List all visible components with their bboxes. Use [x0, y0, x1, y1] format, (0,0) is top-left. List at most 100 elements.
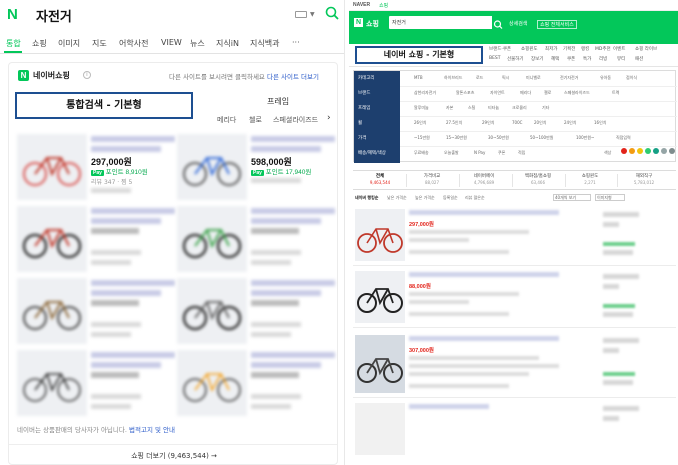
gnb-item[interactable]: 쇼핑윈도	[521, 46, 538, 52]
product-row[interactable]: 307,000원	[353, 332, 676, 398]
filter-option[interactable]: 전기자전거	[560, 75, 578, 81]
product-card[interactable]: 598,000원 Pay 포인트 17,940원	[177, 134, 335, 210]
filter-option[interactable]: 24인치	[564, 120, 576, 126]
product-thumbnail[interactable]	[17, 206, 87, 272]
shopping-more-button[interactable]: 쇼핑 더보기 (9,463,544) →	[9, 444, 337, 464]
filter-option[interactable]: 직접입력	[616, 135, 631, 141]
product-card[interactable]: 297,000원 Pay 포인트 8,910원 리뷰 347 · 찜 5	[17, 134, 175, 210]
filter-option[interactable]: 크로몰리	[512, 105, 527, 111]
tab-encyclopedia[interactable]: 지식백과	[250, 38, 279, 49]
filter-option[interactable]: 26인치	[414, 120, 426, 126]
legal-notice-link[interactable]: 법적고지 및 안내	[129, 426, 175, 434]
pc-search-button[interactable]	[492, 16, 504, 29]
sort-option[interactable]: 리뷰 많은순	[465, 195, 485, 201]
product-card[interactable]	[177, 206, 335, 282]
filter-option[interactable]: 로드	[476, 75, 483, 81]
filter-option[interactable]: 적립	[518, 150, 525, 156]
gnb-item[interactable]: 장보기	[531, 56, 543, 62]
filter-option[interactable]: 50~100만원	[530, 135, 553, 141]
tab-image[interactable]: 이미지	[58, 38, 80, 49]
tab-department[interactable]: 백화점/홈쇼핑 63,466	[515, 173, 561, 185]
gnb-item[interactable]: MD추천	[595, 46, 611, 52]
color-swatch[interactable]	[637, 148, 643, 154]
color-swatch[interactable]	[621, 148, 627, 154]
product-row[interactable]	[353, 400, 676, 460]
view-type-select[interactable]: 이미지형	[595, 194, 625, 201]
product-card[interactable]	[17, 350, 175, 426]
color-swatch[interactable]	[645, 148, 651, 154]
search-icon[interactable]	[325, 6, 339, 20]
filter-option[interactable]: 무료배송	[414, 150, 429, 156]
product-card[interactable]	[17, 278, 175, 354]
filter-option[interactable]: ~15만원	[414, 135, 430, 141]
tab-news[interactable]: 뉴스	[190, 38, 205, 49]
product-thumbnail[interactable]	[17, 350, 87, 416]
product-thumbnail[interactable]	[355, 271, 405, 323]
tab-view[interactable]: VIEW	[161, 38, 182, 47]
filter-option[interactable]: 트렉	[612, 90, 619, 96]
product-thumbnail[interactable]	[177, 206, 247, 272]
chevron-right-icon[interactable]: ›	[327, 113, 331, 123]
filter-option[interactable]: 알톤스포츠	[456, 90, 474, 96]
product-row[interactable]: 88,000원	[353, 268, 676, 328]
filter-option[interactable]: 스틸	[468, 105, 475, 111]
chip-merida[interactable]: 메리다	[217, 115, 236, 125]
gnb-item[interactable]: 뷰티	[617, 56, 625, 62]
gnb-item[interactable]: BEST	[489, 56, 501, 61]
filter-option[interactable]: 20인치	[534, 120, 546, 126]
filter-option[interactable]: 700C	[512, 120, 522, 125]
filter-option[interactable]: 티타늄	[488, 105, 499, 111]
filter-option[interactable]: MTB	[414, 75, 423, 80]
tab-npay[interactable]: 네이버페이 4,796,689	[461, 173, 507, 185]
filter-option[interactable]: 삼천리자전거	[414, 90, 436, 96]
gnb-item[interactable]: 브랜드·쿠폰	[489, 46, 511, 52]
tab-dictionary[interactable]: 어학사전	[119, 38, 148, 49]
tab-shopping[interactable]: 쇼핑	[32, 38, 47, 49]
filter-option[interactable]: 16인치	[594, 120, 606, 126]
filter-option[interactable]: 오늘출발	[444, 150, 459, 156]
product-card[interactable]	[177, 350, 335, 426]
color-swatch[interactable]	[669, 148, 675, 154]
tab-price-compare[interactable]: 가격비교 88,027	[409, 173, 455, 185]
filter-option[interactable]: 15~30만원	[446, 135, 467, 141]
shopping-logo-text[interactable]: 쇼핑	[366, 19, 379, 29]
filter-frame-label[interactable]: 프레임	[267, 96, 289, 107]
tab-all[interactable]: 전체 9,463,544	[357, 173, 403, 185]
sort-option[interactable]: 등록일순	[443, 195, 458, 201]
pc-search-input[interactable]: 자전거	[389, 16, 494, 29]
gnb-item[interactable]: 쇼핑 라이브	[635, 46, 657, 52]
filter-option[interactable]: 카본	[446, 105, 453, 111]
gnb-item[interactable]: 기획전	[563, 46, 575, 52]
sort-option[interactable]: 낮은 가격순	[387, 195, 407, 201]
product-thumbnail[interactable]	[17, 134, 87, 200]
product-thumbnail[interactable]	[355, 335, 405, 393]
chip-cello[interactable]: 첼로	[249, 115, 262, 125]
filter-option[interactable]: 접이식	[626, 75, 637, 81]
filter-option[interactable]: 기타	[542, 105, 549, 111]
sort-option[interactable]: 네이버 랭킹순	[355, 195, 378, 201]
search-query[interactable]: 자전거	[36, 6, 72, 25]
gnb-item[interactable]: 쿠폰	[567, 56, 575, 62]
filter-option[interactable]: 100만원~	[576, 135, 594, 141]
color-swatch[interactable]	[661, 148, 667, 154]
naver-brand[interactable]: NAVER	[353, 2, 370, 8]
filter-option[interactable]: 메리다	[520, 90, 531, 96]
filter-option[interactable]: 미니벨로	[526, 75, 541, 81]
tab-more[interactable]: ···	[292, 38, 300, 47]
product-thumbnail[interactable]	[17, 278, 87, 344]
color-swatch[interactable]	[653, 148, 659, 154]
tab-overseas[interactable]: 해외직구 5,783,012	[621, 173, 667, 185]
all-services-link[interactable]: 쇼핑 전체서비스	[537, 20, 577, 29]
gnb-item[interactable]: 랭킹	[581, 46, 589, 52]
filter-option[interactable]: 첼로	[544, 90, 551, 96]
filter-option[interactable]: 27.5인치	[446, 120, 462, 126]
caret-down-icon[interactable]: ▼	[310, 11, 315, 18]
product-thumbnail[interactable]	[177, 134, 247, 200]
gnb-item[interactable]: 최저가	[545, 46, 557, 52]
tab-kin[interactable]: 지식iN	[216, 38, 239, 49]
chip-specialized[interactable]: 스페셜라이즈드	[273, 115, 318, 125]
product-thumbnail[interactable]	[355, 209, 405, 261]
filter-option[interactable]: 쿠폰	[498, 150, 505, 156]
filter-option[interactable]: 알루미늄	[414, 105, 429, 111]
tab-integrated[interactable]: 통합	[6, 38, 21, 49]
